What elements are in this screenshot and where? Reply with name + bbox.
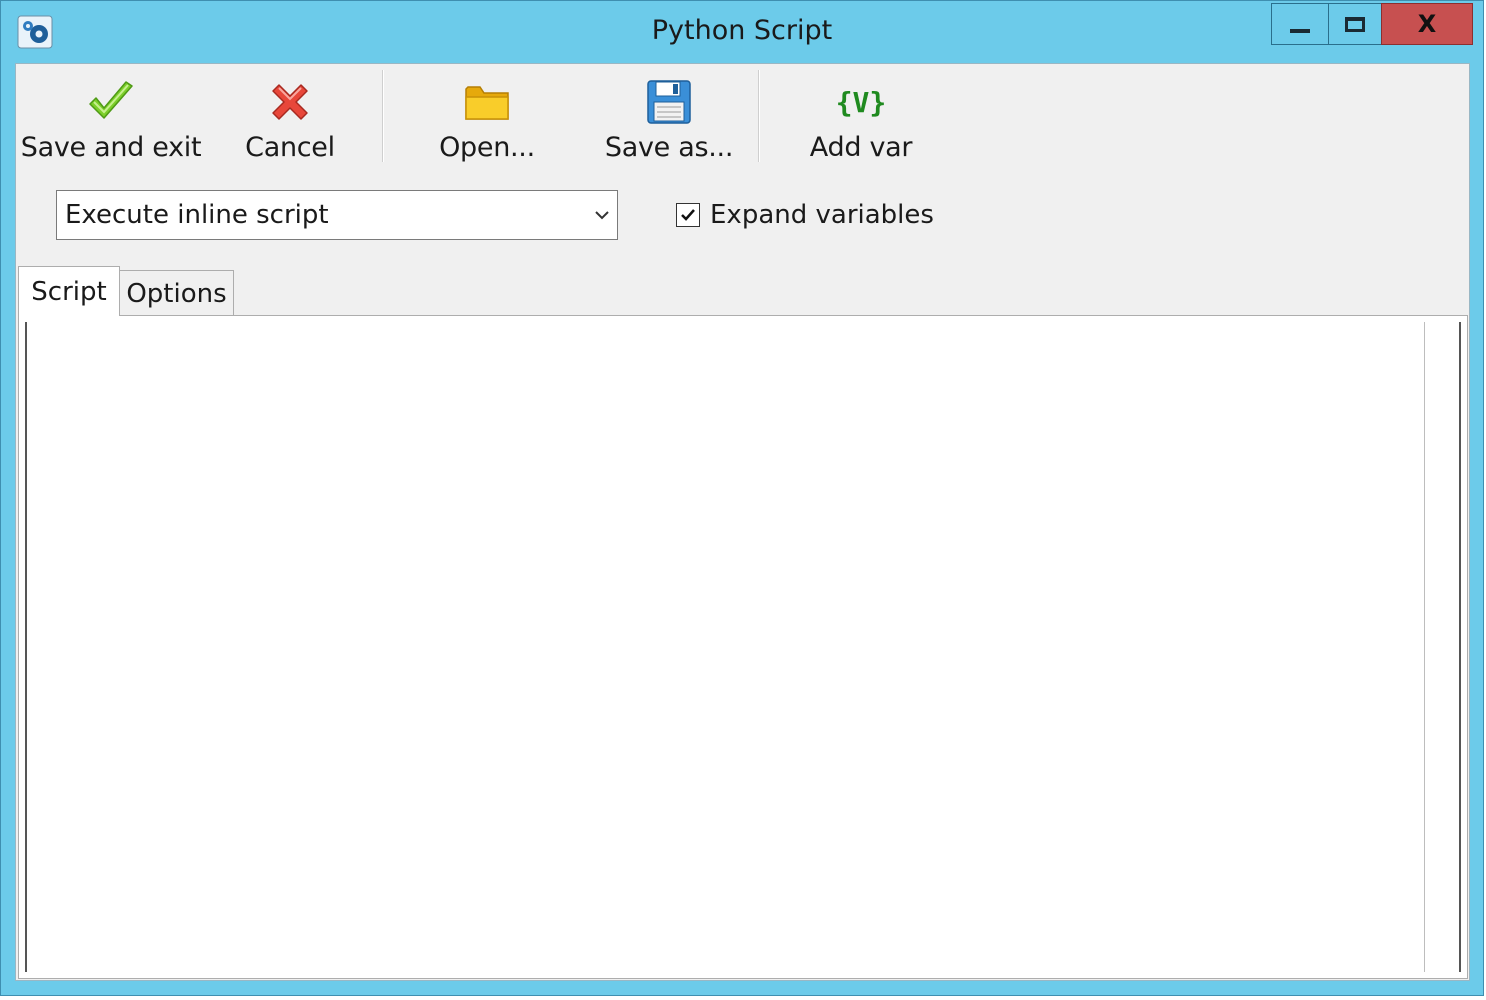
script-mode-select[interactable]: Execute inline script [56, 190, 618, 240]
maximize-button[interactable] [1328, 3, 1382, 45]
window-title: Python Script [651, 15, 833, 46]
toolbar-separator [382, 70, 384, 162]
floppy-disk-icon [646, 76, 692, 128]
tab-strip: Script Options [16, 264, 1469, 316]
close-icon: X [1417, 10, 1437, 38]
folder-icon [463, 76, 511, 128]
script-mode-value: Execute inline script [65, 200, 329, 230]
checkmark-icon [86, 76, 136, 128]
cancel-label: Cancel [245, 132, 335, 163]
editor-margin-line [1424, 322, 1425, 972]
cancel-button[interactable]: Cancel [240, 70, 340, 164]
python-script-window: Python Script X Save and exit Cancel Ope… [0, 0, 1484, 996]
variable-icon: {V} [836, 76, 887, 128]
minimize-button[interactable] [1271, 3, 1329, 45]
tab-options[interactable]: Options [119, 270, 234, 316]
save-as-label: Save as... [604, 132, 734, 163]
open-label: Open... [439, 132, 535, 163]
expand-variables-label: Expand variables [710, 200, 934, 230]
vertical-scrollbar[interactable] [1459, 322, 1461, 972]
expand-variables-option[interactable]: Expand variables [676, 200, 934, 230]
chevron-down-icon[interactable] [587, 210, 617, 220]
save-and-exit-button[interactable]: Save and exit [21, 70, 202, 164]
script-editor[interactable] [25, 322, 1425, 972]
close-button[interactable]: X [1381, 3, 1473, 45]
dialog-body: Save and exit Cancel Open... Save as... … [15, 63, 1470, 981]
toolbar-separator [758, 70, 760, 162]
toolbar: Save and exit Cancel Open... Save as... … [16, 64, 1469, 170]
maximize-icon [1345, 16, 1365, 32]
minimize-icon [1290, 29, 1310, 33]
red-x-icon [267, 76, 313, 128]
open-button[interactable]: Open... [432, 70, 542, 164]
tab-script[interactable]: Script [18, 266, 120, 316]
script-tab-panel [18, 315, 1468, 979]
save-and-exit-label: Save and exit [20, 132, 202, 163]
variable-glyph: {V} [835, 85, 887, 119]
add-var-button[interactable]: {V} Add var [806, 70, 916, 164]
title-bar[interactable]: Python Script X [1, 1, 1483, 63]
add-var-label: Add var [809, 132, 913, 163]
expand-variables-checkbox[interactable] [676, 203, 700, 227]
save-as-button[interactable]: Save as... [604, 70, 734, 164]
